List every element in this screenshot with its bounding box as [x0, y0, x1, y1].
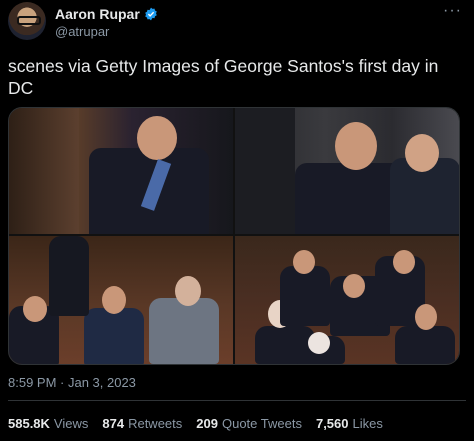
- tweet-header: Aaron Rupar @atrupar ···: [8, 2, 466, 42]
- photo-1[interactable]: [9, 108, 233, 234]
- verified-badge-icon: [145, 7, 157, 21]
- photo-3[interactable]: [9, 236, 233, 364]
- author-handle[interactable]: @atrupar: [55, 24, 109, 39]
- media-grid[interactable]: [8, 107, 460, 365]
- author-name-row[interactable]: Aaron Rupar: [55, 6, 158, 22]
- quote-tweets-stat[interactable]: 209 Quote Tweets: [196, 416, 302, 431]
- views-stat[interactable]: 585.8K Views: [8, 416, 88, 431]
- tweet-timestamp[interactable]: 8:59 PM · Jan 3, 2023: [8, 375, 136, 390]
- engagement-stats: 585.8K Views 874 Retweets 209 Quote Tweets …: [8, 416, 383, 431]
- divider: [8, 400, 466, 401]
- photo-4[interactable]: [235, 236, 459, 364]
- likes-stat[interactable]: 7,560 Likes: [316, 416, 383, 431]
- tweet-text: scenes via Getty Images of George Santos…: [8, 56, 439, 98]
- ellipsis-icon[interactable]: ···: [443, 2, 462, 20]
- retweets-stat[interactable]: 874 Retweets: [102, 416, 182, 431]
- author-name[interactable]: Aaron Rupar: [55, 6, 140, 22]
- photo-2[interactable]: [235, 108, 459, 234]
- avatar[interactable]: [8, 2, 46, 40]
